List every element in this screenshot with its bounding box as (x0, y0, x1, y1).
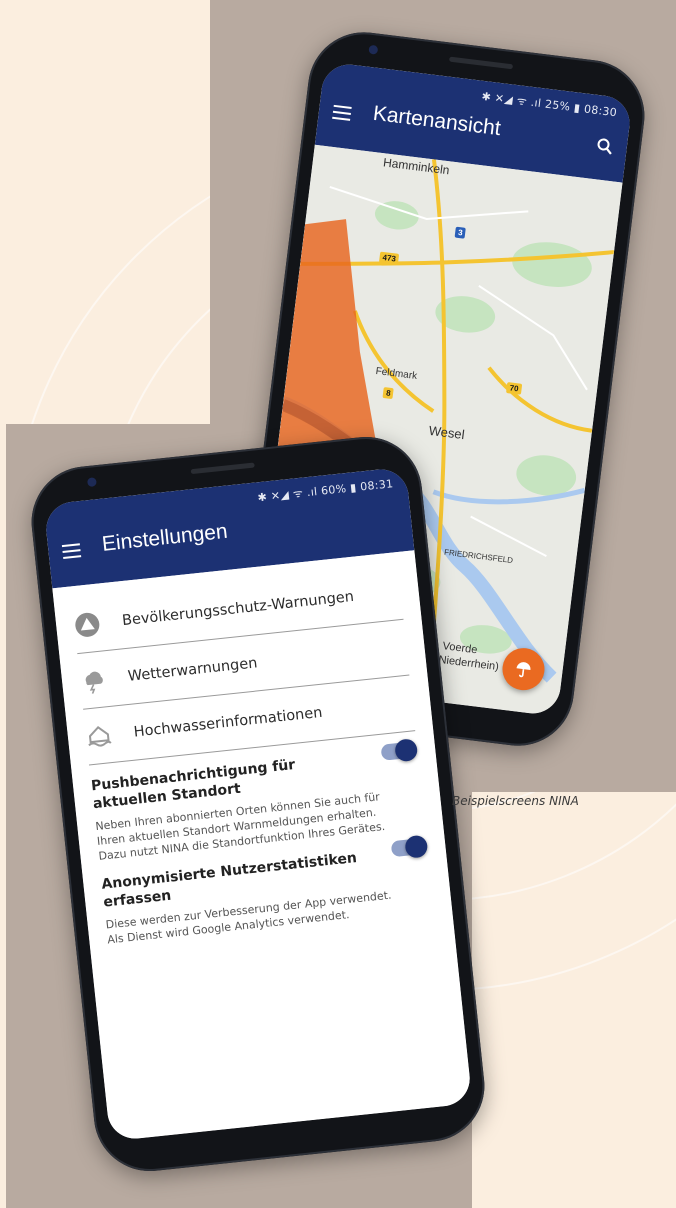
menu-item-label: Hochwasserinformationen (132, 704, 324, 741)
flood-house-icon (88, 725, 112, 747)
road-badge: 8 (382, 387, 395, 400)
phone-camera (86, 477, 97, 488)
road-badge: 473 (378, 251, 400, 265)
umbrella-icon (516, 662, 531, 678)
status-bar: ✱ ✕◢ ᯤ .ıl 25% ▮ 08:30 (480, 89, 618, 120)
push-toggle[interactable] (380, 738, 419, 763)
road-badge: 70 (506, 382, 523, 395)
warning-triangle-icon (75, 612, 100, 637)
status-bar: ✱ ✕◢ ᯤ .ıl 60% ▮ 08:31 (256, 477, 394, 505)
analytics-toggle[interactable] (390, 834, 429, 859)
phone-speaker (448, 56, 514, 70)
settings-phone: ✱ ✕◢ ᯤ .ıl 60% ▮ 08:31 Einstellungen Bev… (26, 431, 490, 1177)
phone-speaker (190, 462, 255, 475)
menu-icon[interactable] (332, 104, 352, 121)
settings-list: Bevölkerungsschutz-Warnungen Wetterwarnu… (52, 550, 473, 1142)
phone-camera (368, 44, 379, 55)
page-title: Kartenansicht (371, 101, 502, 141)
settings-screen: ✱ ✕◢ ᯤ .ıl 60% ▮ 08:31 Einstellungen Bev… (43, 466, 473, 1142)
image-caption: Beispielscreens NINA (452, 794, 579, 808)
road-badge: 3 (454, 226, 467, 239)
menu-item-label: Bevölkerungsschutz-Warnungen (121, 588, 355, 629)
search-icon[interactable] (596, 137, 614, 155)
page-title: Einstellungen (100, 519, 229, 556)
menu-item-label: Wetterwarnungen (127, 654, 259, 685)
menu-icon[interactable] (61, 543, 82, 560)
storm-cloud-icon (85, 671, 103, 694)
